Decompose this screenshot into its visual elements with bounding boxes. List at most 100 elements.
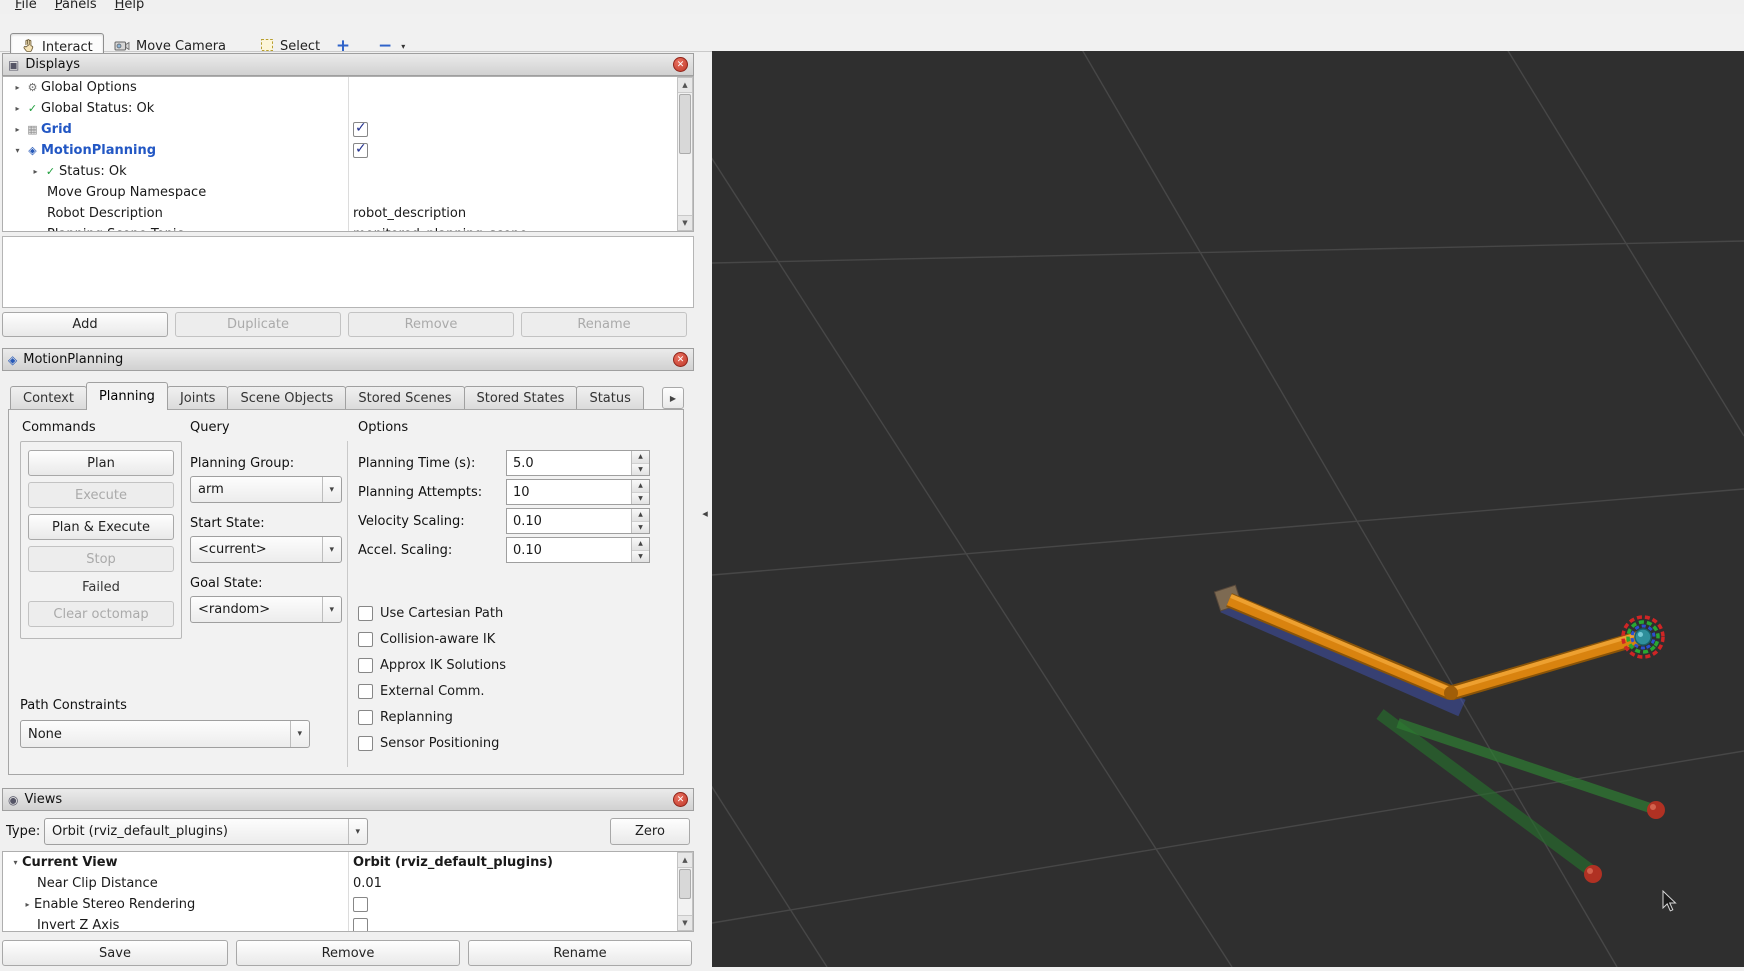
- menu-file[interactable]: File: [6, 0, 46, 14]
- spin-down-icon[interactable]: ▼: [632, 464, 649, 476]
- tab-scene-objects[interactable]: Scene Objects: [227, 386, 346, 410]
- scrollbar-thumb[interactable]: [679, 869, 691, 899]
- invert-z-axis-checkbox[interactable]: [353, 918, 368, 932]
- chevron-right-icon[interactable]: ▸: [11, 125, 24, 134]
- close-icon[interactable]: ✕: [673, 792, 688, 807]
- grid-enabled-checkbox[interactable]: [353, 122, 368, 137]
- chevron-right-icon[interactable]: ▸: [11, 83, 24, 92]
- planning-time-spinbox[interactable]: 5.0 ▲▼: [506, 450, 650, 476]
- spin-down-icon[interactable]: ▼: [632, 493, 649, 505]
- tab-context[interactable]: Context: [10, 386, 87, 410]
- near-clip-value[interactable]: 0.01: [353, 873, 382, 894]
- tab-joints[interactable]: Joints: [167, 386, 229, 410]
- plan-and-execute-button[interactable]: Plan & Execute: [28, 514, 174, 540]
- panel-collapse-handle[interactable]: ◂: [698, 498, 712, 528]
- views-panel-title: Views: [24, 792, 62, 807]
- path-constraints-select[interactable]: None ▾: [20, 720, 310, 748]
- displays-scrollbar[interactable]: ▲ ▼: [677, 77, 693, 231]
- views-scrollbar[interactable]: ▲ ▼: [677, 852, 693, 931]
- collision-aware-ik-checkbox[interactable]: [358, 632, 373, 647]
- views-row-current-view[interactable]: ▾ Current View Orbit (rviz_default_plugi…: [3, 852, 693, 873]
- menu-help[interactable]: Help: [106, 0, 154, 14]
- velocity-scaling-value[interactable]: 0.10: [507, 509, 631, 533]
- chevron-right-icon[interactable]: ▸: [21, 900, 34, 909]
- tree-row-planning-scene-topic[interactable]: Planning Scene Topic monitored_planning_…: [3, 224, 693, 232]
- tab-status[interactable]: Status: [576, 386, 643, 410]
- tab-stored-states[interactable]: Stored States: [464, 386, 578, 410]
- spin-up-icon[interactable]: ▲: [632, 451, 649, 464]
- views-row-invert-z[interactable]: Invert Z Axis: [3, 915, 693, 932]
- scroll-down-icon[interactable]: ▼: [678, 215, 692, 230]
- views-row-near-clip[interactable]: Near Clip Distance 0.01: [3, 873, 693, 894]
- external-comm-checkbox[interactable]: [358, 684, 373, 699]
- viewport-canvas[interactable]: [712, 51, 1744, 967]
- tree-row-status-ok[interactable]: ▸ ✓ Status: Ok: [3, 161, 693, 182]
- tree-row-global-options[interactable]: ▸ ⚙ Global Options: [3, 77, 693, 98]
- checkbox-label: Replanning: [380, 710, 453, 725]
- tree-row-global-status[interactable]: ▸ ✓ Global Status: Ok: [3, 98, 693, 119]
- displays-panel-header[interactable]: ▣ Displays ✕: [2, 53, 694, 76]
- sensor-positioning-checkbox[interactable]: [358, 736, 373, 751]
- displays-panel-title: Displays: [25, 57, 80, 72]
- spin-up-icon[interactable]: ▲: [632, 480, 649, 493]
- rename-view-button[interactable]: Rename: [468, 940, 692, 966]
- spin-up-icon[interactable]: ▲: [632, 509, 649, 522]
- replanning-checkbox[interactable]: [358, 710, 373, 725]
- close-icon[interactable]: ✕: [673, 57, 688, 72]
- start-state-select[interactable]: <current> ▾: [190, 536, 342, 563]
- chevron-right-icon[interactable]: ▸: [29, 167, 42, 176]
- collision-aware-ik-option[interactable]: Collision-aware IK: [358, 632, 495, 647]
- menu-panels[interactable]: Panels: [46, 0, 106, 14]
- views-row-stereo[interactable]: ▸ Enable Stereo Rendering: [3, 894, 693, 915]
- execute-button: Execute: [28, 482, 174, 508]
- planning-attempts-spinbox[interactable]: 10 ▲▼: [506, 479, 650, 505]
- views-panel-header[interactable]: ◉ Views ✕: [2, 788, 694, 811]
- plan-button[interactable]: Plan: [28, 450, 174, 476]
- replanning-option[interactable]: Replanning: [358, 710, 453, 725]
- tab-planning[interactable]: Planning: [86, 382, 168, 410]
- accel-scaling-spinbox[interactable]: 0.10 ▲▼: [506, 537, 650, 563]
- zero-view-button[interactable]: Zero: [610, 818, 690, 845]
- motionplanning-enabled-checkbox[interactable]: [353, 143, 368, 158]
- tree-row-robot-description[interactable]: Robot Description robot_description: [3, 203, 693, 224]
- spin-up-icon[interactable]: ▲: [632, 538, 649, 551]
- use-cartesian-path-option[interactable]: Use Cartesian Path: [358, 606, 503, 621]
- chevron-down-icon[interactable]: ▾: [9, 858, 22, 867]
- property-value[interactable]: monitored_planning_scene: [353, 224, 527, 232]
- external-comm-option[interactable]: External Comm.: [358, 684, 485, 699]
- scroll-down-icon[interactable]: ▼: [678, 915, 692, 930]
- approx-ik-solutions-checkbox[interactable]: [358, 658, 373, 673]
- stereo-rendering-checkbox[interactable]: [353, 897, 368, 912]
- close-icon[interactable]: ✕: [673, 352, 688, 367]
- accel-scaling-value[interactable]: 0.10: [507, 538, 631, 562]
- scrollbar-thumb[interactable]: [679, 94, 691, 154]
- tab-stored-scenes[interactable]: Stored Scenes: [345, 386, 464, 410]
- tab-scroll-right-icon[interactable]: ▶: [662, 387, 684, 409]
- property-value[interactable]: robot_description: [353, 203, 466, 224]
- sensor-positioning-option[interactable]: Sensor Positioning: [358, 736, 499, 751]
- planning-group-select[interactable]: arm ▾: [190, 476, 342, 503]
- remove-view-button[interactable]: Remove: [236, 940, 460, 966]
- chevron-right-icon[interactable]: ▸: [11, 104, 24, 113]
- planning-attempts-value[interactable]: 10: [507, 480, 631, 504]
- chevron-down-icon[interactable]: ▾: [11, 146, 24, 155]
- scroll-up-icon[interactable]: ▲: [678, 853, 692, 868]
- spin-down-icon[interactable]: ▼: [632, 522, 649, 534]
- scroll-up-icon[interactable]: ▲: [678, 78, 692, 93]
- view-type-select[interactable]: Orbit (rviz_default_plugins) ▾: [44, 818, 368, 845]
- use-cartesian-path-checkbox[interactable]: [358, 606, 373, 621]
- motionplanning-panel-header[interactable]: ◈ MotionPlanning ✕: [2, 348, 694, 371]
- tree-row-grid[interactable]: ▸ ▦ Grid: [3, 119, 693, 140]
- save-view-button[interactable]: Save: [2, 940, 228, 966]
- spin-down-icon[interactable]: ▼: [632, 551, 649, 563]
- approx-ik-solutions-option[interactable]: Approx IK Solutions: [358, 658, 506, 673]
- end-effector-sphere[interactable]: [1635, 629, 1651, 645]
- goal-state-select[interactable]: <random> ▾: [190, 596, 342, 623]
- render-viewport[interactable]: [712, 51, 1744, 967]
- tree-row-motionplanning[interactable]: ▾ ◈ MotionPlanning: [3, 140, 693, 161]
- velocity-scaling-spinbox[interactable]: 0.10 ▲▼: [506, 508, 650, 534]
- chevron-down-icon[interactable]: ▾: [401, 42, 405, 51]
- add-display-button[interactable]: Add: [2, 312, 168, 337]
- planning-time-value[interactable]: 5.0: [507, 451, 631, 475]
- tree-row-move-group-namespace[interactable]: Move Group Namespace: [3, 182, 693, 203]
